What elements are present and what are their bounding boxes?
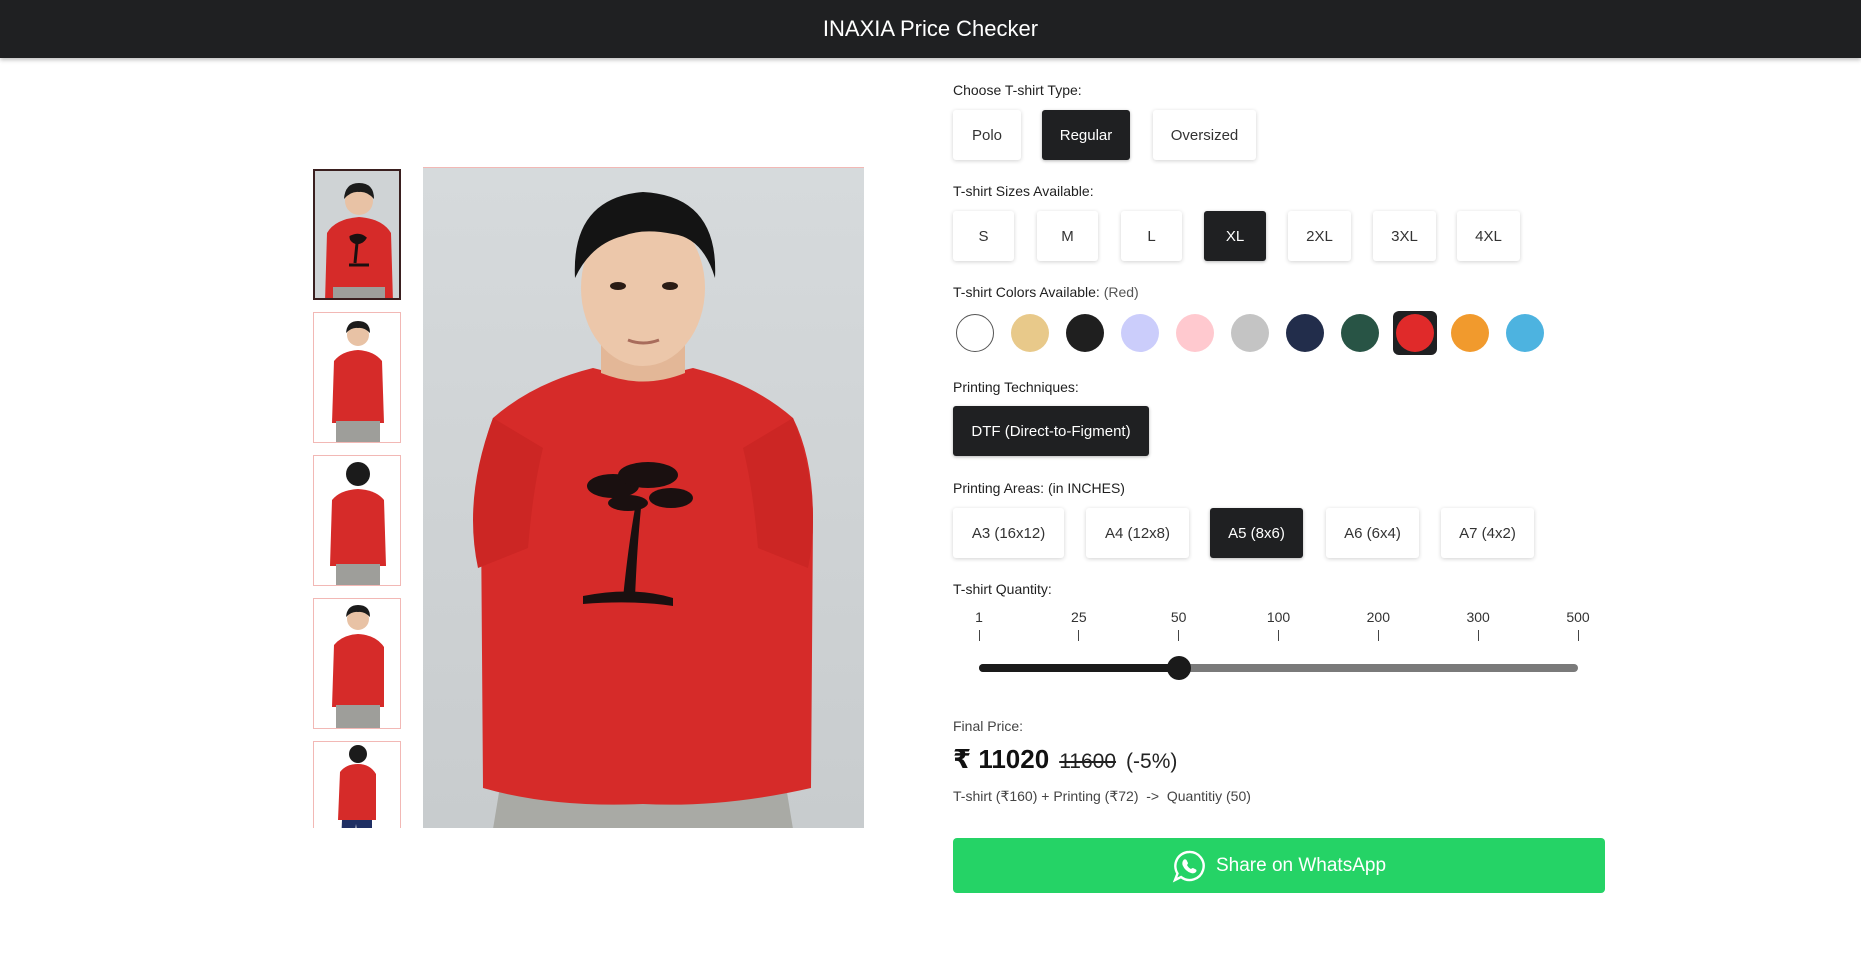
color-swatch-dot — [1451, 314, 1489, 352]
color-label-text: T-shirt Colors Available: — [953, 284, 1100, 300]
size-option-m[interactable]: M — [1037, 211, 1098, 261]
color-swatch-8[interactable] — [1338, 311, 1382, 355]
color-swatch-7[interactable] — [1283, 311, 1327, 355]
quantity-slider-fill — [979, 664, 1179, 672]
size-option-2xl[interactable]: 2XL — [1288, 211, 1351, 261]
quantity-tick-label: 500 — [1566, 609, 1590, 625]
color-swatch-5[interactable] — [1173, 311, 1217, 355]
quantity-tick-label: 200 — [1366, 609, 1390, 625]
product-main-image — [423, 167, 864, 828]
color-swatch-1[interactable] — [953, 311, 997, 355]
size-label: T-shirt Sizes Available: — [953, 183, 1094, 199]
app-header: INAXIA Price Checker — [0, 0, 1861, 58]
share-whatsapp-label: Share on WhatsApp — [1215, 854, 1387, 876]
area-option-a4[interactable]: A4 (12x8) — [1086, 508, 1189, 558]
quantity-tick-label: 50 — [1170, 609, 1187, 625]
technique-label: Printing Techniques: — [953, 379, 1079, 395]
model-illustration — [423, 168, 864, 828]
color-swatch-dot — [1011, 314, 1049, 352]
thumbnail-list — [313, 168, 403, 828]
thumbnail-image — [314, 742, 400, 828]
area-option-a5[interactable]: A5 (8x6) — [1210, 508, 1303, 558]
quantity-tick-100[interactable]: 100 — [1249, 609, 1309, 641]
selected-color-name: (Red) — [1103, 284, 1139, 300]
thumbnail-image — [314, 599, 400, 728]
color-swatch-4[interactable] — [1118, 311, 1162, 355]
price-breakdown: T-shirt (₹160) + Printing (₹72) -> Quant… — [953, 788, 1251, 804]
quantity-tick-mark — [1377, 630, 1379, 641]
quantity-slider-handle[interactable] — [1166, 656, 1191, 680]
size-option-xl[interactable]: XL — [1204, 211, 1266, 261]
whatsapp-icon — [1172, 850, 1205, 882]
color-swatch-dot — [1396, 314, 1434, 352]
area-label: Printing Areas: (in INCHES) — [953, 480, 1125, 496]
original-price: 11600 — [1059, 750, 1117, 773]
final-price-value: ₹ 11020 — [953, 744, 1050, 774]
quantity-tick-mark — [1477, 630, 1479, 641]
color-swatch-11[interactable] — [1503, 311, 1547, 355]
color-swatch-dot — [1121, 314, 1159, 352]
thumbnail-image — [314, 456, 400, 585]
size-option-s[interactable]: S — [953, 211, 1014, 261]
color-swatch-dot — [956, 314, 994, 352]
quantity-tick-1[interactable]: 1 — [949, 609, 1009, 641]
quantity-tick-label: 100 — [1266, 609, 1291, 625]
color-label: T-shirt Colors Available: (Red) — [953, 284, 1139, 300]
color-swatch-dot — [1506, 314, 1544, 352]
share-whatsapp-button[interactable]: Share on WhatsApp — [953, 838, 1605, 893]
size-option-3xl[interactable]: 3XL — [1373, 211, 1436, 261]
quantity-tick-25[interactable]: 25 — [1049, 609, 1109, 641]
color-swatch-dot — [1176, 314, 1214, 352]
size-option-l[interactable]: L — [1121, 211, 1182, 261]
color-swatch-10[interactable] — [1448, 311, 1492, 355]
quantity-slider-track[interactable] — [979, 664, 1578, 672]
color-swatch-9[interactable] — [1393, 311, 1437, 355]
thumbnail-front-2[interactable] — [313, 312, 401, 443]
thumbnail-side[interactable] — [313, 598, 401, 729]
type-label: Choose T-shirt Type: — [953, 82, 1082, 98]
thumbnail-image — [315, 171, 399, 298]
thumbnail-back[interactable] — [313, 455, 401, 586]
quantity-tick-300[interactable]: 300 — [1448, 609, 1508, 641]
quantity-tick-500[interactable]: 500 — [1548, 609, 1608, 641]
thumbnail-walking[interactable] — [313, 741, 401, 828]
color-swatch-dot — [1231, 314, 1269, 352]
type-option-polo[interactable]: Polo — [953, 110, 1021, 160]
area-option-a7[interactable]: A7 (4x2) — [1441, 508, 1534, 558]
thumbnail-front[interactable] — [313, 169, 401, 300]
quantity-tick-mark — [978, 630, 980, 641]
technique-option-dtf[interactable]: DTF (Direct-to-Figment) — [953, 406, 1149, 456]
quantity-tick-mark — [1078, 630, 1080, 641]
price-display: ₹ 11020 11600 (-5%) — [953, 744, 1177, 775]
color-swatch-dot — [1341, 314, 1379, 352]
size-option-4xl[interactable]: 4XL — [1457, 211, 1520, 261]
quantity-label: T-shirt Quantity: — [953, 581, 1052, 597]
color-swatch-dot — [1286, 314, 1324, 352]
quantity-tick-mark — [1278, 630, 1279, 641]
color-swatch-3[interactable] — [1063, 311, 1107, 355]
quantity-tick-mark — [1178, 630, 1180, 641]
quantity-tick-label: 25 — [1071, 609, 1087, 625]
final-price-label: Final Price: — [953, 718, 1024, 734]
quantity-tick-mark — [1577, 630, 1579, 641]
discount-percent: (-5%) — [1126, 750, 1178, 773]
quantity-tick-label: 300 — [1466, 609, 1490, 625]
quantity-tick-200[interactable]: 200 — [1348, 609, 1408, 641]
quantity-tick-label: 1 — [975, 609, 983, 625]
area-option-a3[interactable]: A3 (16x12) — [953, 508, 1064, 558]
type-option-oversized[interactable]: Oversized — [1153, 110, 1256, 160]
app-title: INAXIA Price Checker — [822, 16, 1039, 41]
color-swatch-dot — [1066, 314, 1104, 352]
type-option-regular[interactable]: Regular — [1042, 110, 1130, 160]
area-option-a6[interactable]: A6 (6x4) — [1326, 508, 1419, 558]
thumbnail-image — [314, 313, 400, 442]
color-swatch-6[interactable] — [1228, 311, 1272, 355]
quantity-tick-50[interactable]: 50 — [1149, 609, 1209, 641]
color-swatch-2[interactable] — [1008, 311, 1052, 355]
